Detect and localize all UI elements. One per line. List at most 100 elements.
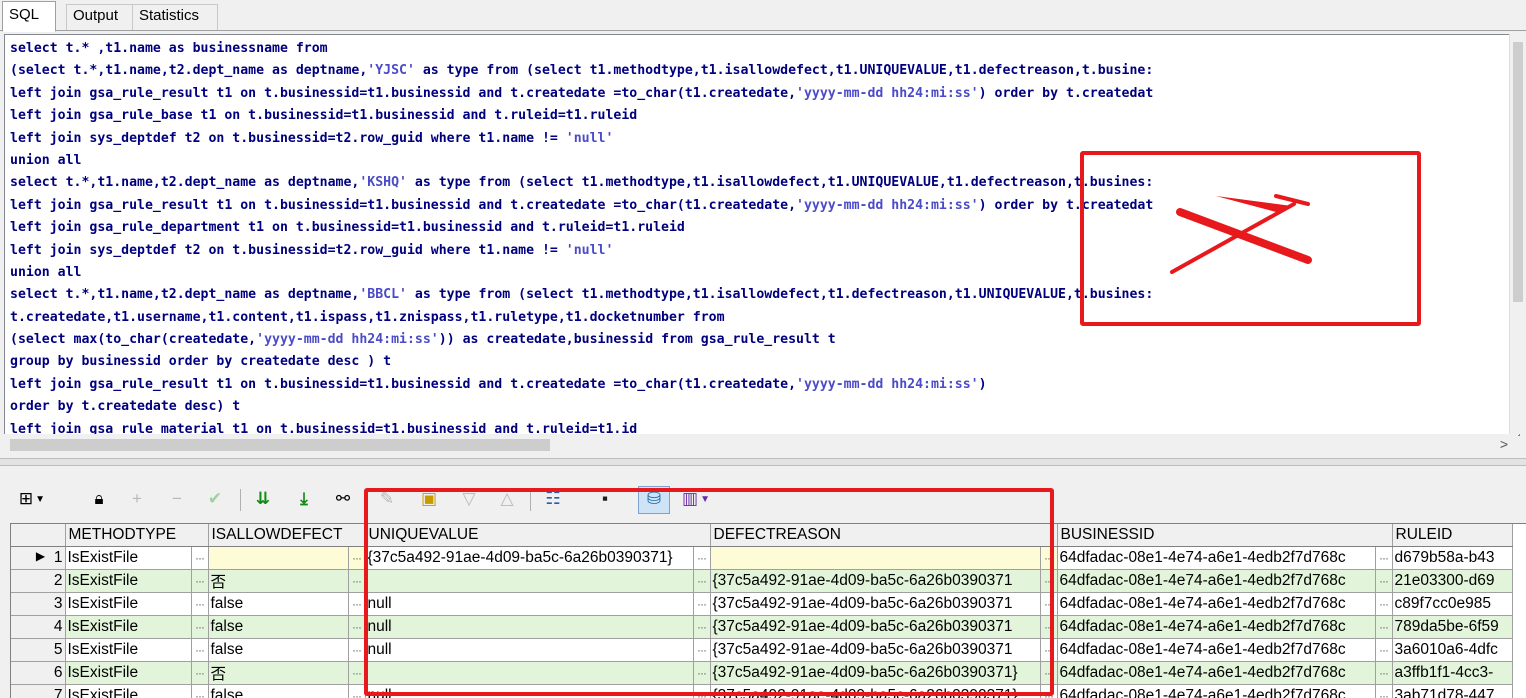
cell-editor-button[interactable]: ··· <box>348 569 365 592</box>
grid-cell-methodtype[interactable]: IsExistFile <box>65 592 191 615</box>
row-number[interactable]: 3 <box>11 592 65 615</box>
cell-editor-button[interactable]: ··· <box>348 638 365 661</box>
pane-splitter[interactable] <box>0 458 1526 466</box>
grid-cell-businessid[interactable]: 64dfadac-08e1-4e74-a6e1-4edb2f7d768c <box>1057 592 1375 615</box>
column-header[interactable]: RULEID <box>1392 524 1512 547</box>
cell-editor-button[interactable]: ··· <box>1375 569 1392 592</box>
last-page-icon[interactable]: ⤓ <box>291 487 317 511</box>
row-number-label: 2 <box>54 572 63 589</box>
post-edit-icon[interactable]: ✔ <box>202 487 228 511</box>
cell-editor-button[interactable]: ··· <box>191 569 208 592</box>
cell-editor-button[interactable]: ··· <box>1375 615 1392 638</box>
sql-line: select t.* ,t1.name as businessname from <box>10 38 1153 60</box>
grid-cell-ruleid[interactable]: a3ffb1f1-4cc3- <box>1392 661 1512 684</box>
cell-editor-button[interactable]: ··· <box>191 615 208 638</box>
cell-editor-button[interactable]: ··· <box>348 592 365 615</box>
tab-sql[interactable]: SQL <box>2 1 56 32</box>
row-number[interactable]: 4 <box>11 615 65 638</box>
grid-cell-ruleid[interactable]: 3ab71d78-447 <box>1392 684 1512 698</box>
grid-cell-businessid[interactable]: 64dfadac-08e1-4e74-a6e1-4edb2f7d768c <box>1057 547 1375 570</box>
cell-editor-button[interactable]: ··· <box>191 592 208 615</box>
grid-cell-methodtype[interactable]: IsExistFile <box>65 684 191 698</box>
grid-cell-isallowdefect[interactable]: false <box>208 684 348 698</box>
sql-line: left join gsa_rule_result t1 on t.busine… <box>10 374 1153 396</box>
row-number[interactable]: 2 <box>11 569 65 592</box>
grid-layout-icon[interactable]: ⊞▼ <box>18 487 44 511</box>
grid-cell-ruleid[interactable]: d679b58a-b43 <box>1392 547 1512 570</box>
grid-cell-methodtype[interactable]: IsExistFile <box>65 547 191 570</box>
sql-code[interactable]: select t.* ,t1.name as businessname from… <box>10 38 1153 436</box>
grid-cell-isallowdefect[interactable]: 否 <box>208 569 348 592</box>
grid-cell-businessid[interactable]: 64dfadac-08e1-4e74-a6e1-4edb2f7d768c <box>1057 661 1375 684</box>
cell-editor-button[interactable]: ··· <box>348 684 365 698</box>
grid-cell-ruleid[interactable]: 3a6010a6-4dfc <box>1392 638 1512 661</box>
grid-cell-methodtype[interactable]: IsExistFile <box>65 615 191 638</box>
sql-line: group by businessid order by createdate … <box>10 351 1153 373</box>
sql-line: (select t.*,t1.name,t2.dept_name as dept… <box>10 60 1153 82</box>
cell-editor-button[interactable]: ··· <box>191 638 208 661</box>
tab-output[interactable]: Output <box>66 4 135 30</box>
sql-text: as type from (select t1.methodtype,t1.is… <box>407 287 1153 302</box>
sql-line: left join gsa_rule_base t1 on t.business… <box>10 105 1153 127</box>
sql-line: left join sys_deptdef t2 on t.businessid… <box>10 240 1153 262</box>
sql-text: as type from (select t1.methodtype,t1.is… <box>415 63 1153 78</box>
row-number-label: 5 <box>54 641 63 658</box>
row-number[interactable]: 6 <box>11 661 65 684</box>
grid-cell-isallowdefect[interactable]: false <box>208 592 348 615</box>
scroll-thumb[interactable] <box>10 439 550 451</box>
cell-editor-button[interactable]: ··· <box>1375 592 1392 615</box>
grid-cell-businessid[interactable]: 64dfadac-08e1-4e74-a6e1-4edb2f7d768c <box>1057 615 1375 638</box>
sql-text: left join gsa_rule_result t1 on t.busine… <box>10 377 796 392</box>
grid-cell-businessid[interactable]: 64dfadac-08e1-4e74-a6e1-4edb2f7d768c <box>1057 638 1375 661</box>
grid-cell-isallowdefect[interactable]: 否 <box>208 661 348 684</box>
sql-text: union all <box>10 265 81 280</box>
grid-cell-businessid[interactable]: 64dfadac-08e1-4e74-a6e1-4edb2f7d768c <box>1057 569 1375 592</box>
cell-editor-button[interactable]: ··· <box>191 547 208 570</box>
sql-string-literal: 'BBCL' <box>359 287 407 302</box>
sql-line: left join gsa_rule_result t1 on t.busine… <box>10 195 1153 217</box>
cell-editor-button[interactable]: ··· <box>191 684 208 698</box>
cell-editor-button[interactable]: ··· <box>1375 661 1392 684</box>
grid-cell-ruleid[interactable]: 789da5be-6f59 <box>1392 615 1512 638</box>
row-number[interactable]: 7 <box>11 684 65 698</box>
grid-cell-ruleid[interactable]: c89f7cc0e985 <box>1392 592 1512 615</box>
grid-cell-ruleid[interactable]: 21e03300-d69 <box>1392 569 1512 592</box>
grid-cell-isallowdefect[interactable] <box>208 547 348 570</box>
find-icon[interactable]: ⚯ <box>330 487 356 511</box>
sql-line: (select max(to_char(createdate,'yyyy-mm-… <box>10 329 1153 351</box>
column-header[interactable]: ISALLOWDEFECT <box>208 524 365 547</box>
grid-cell-methodtype[interactable]: IsExistFile <box>65 661 191 684</box>
column-header[interactable]: BUSINESSID <box>1057 524 1392 547</box>
sql-text: as type from (select t1.methodtype,t1.is… <box>407 175 1153 190</box>
cell-editor-button[interactable]: ··· <box>348 547 365 570</box>
cell-editor-button[interactable]: ··· <box>348 661 365 684</box>
cell-editor-button[interactable]: ··· <box>348 615 365 638</box>
row-number-label: 4 <box>54 618 63 635</box>
cell-editor-button[interactable]: ··· <box>1375 547 1392 570</box>
grid-cell-isallowdefect[interactable]: false <box>208 615 348 638</box>
sql-text: ) <box>979 377 987 392</box>
grid-cell-businessid[interactable]: 64dfadac-08e1-4e74-a6e1-4edb2f7d768c <box>1057 684 1375 698</box>
add-record-icon[interactable]: + <box>124 487 150 511</box>
column-header[interactable]: METHODTYPE <box>65 524 208 547</box>
cell-editor-button[interactable]: ··· <box>1375 638 1392 661</box>
cell-editor-button[interactable]: ··· <box>191 661 208 684</box>
row-number[interactable]: ▶1 <box>11 547 65 570</box>
grid-cell-methodtype[interactable]: IsExistFile <box>65 569 191 592</box>
row-number[interactable]: 5 <box>11 638 65 661</box>
tab-statistics[interactable]: Statistics <box>132 4 218 30</box>
row-number-label: 1 <box>54 549 63 566</box>
grid-cell-isallowdefect[interactable]: false <box>208 638 348 661</box>
scroll-right-icon[interactable]: > <box>1500 436 1508 452</box>
scroll-thumb[interactable] <box>1513 42 1523 302</box>
editor-vertical-scrollbar[interactable] <box>1509 34 1526 434</box>
sql-string-literal: 'yyyy-mm-dd hh24:mi:ss' <box>796 86 979 101</box>
sql-text: ) order by t.createdat <box>979 86 1154 101</box>
lock-icon[interactable]: 🔒︎ <box>86 487 112 511</box>
next-page-icon[interactable]: ⇊ <box>250 487 276 511</box>
grid-cell-methodtype[interactable]: IsExistFile <box>65 638 191 661</box>
cell-editor-button[interactable]: ··· <box>1375 684 1392 698</box>
editor-horizontal-scrollbar[interactable]: < > <box>4 434 1518 456</box>
sql-text: order by t.createdate desc) t <box>10 399 240 414</box>
delete-record-icon[interactable]: − <box>164 487 190 511</box>
